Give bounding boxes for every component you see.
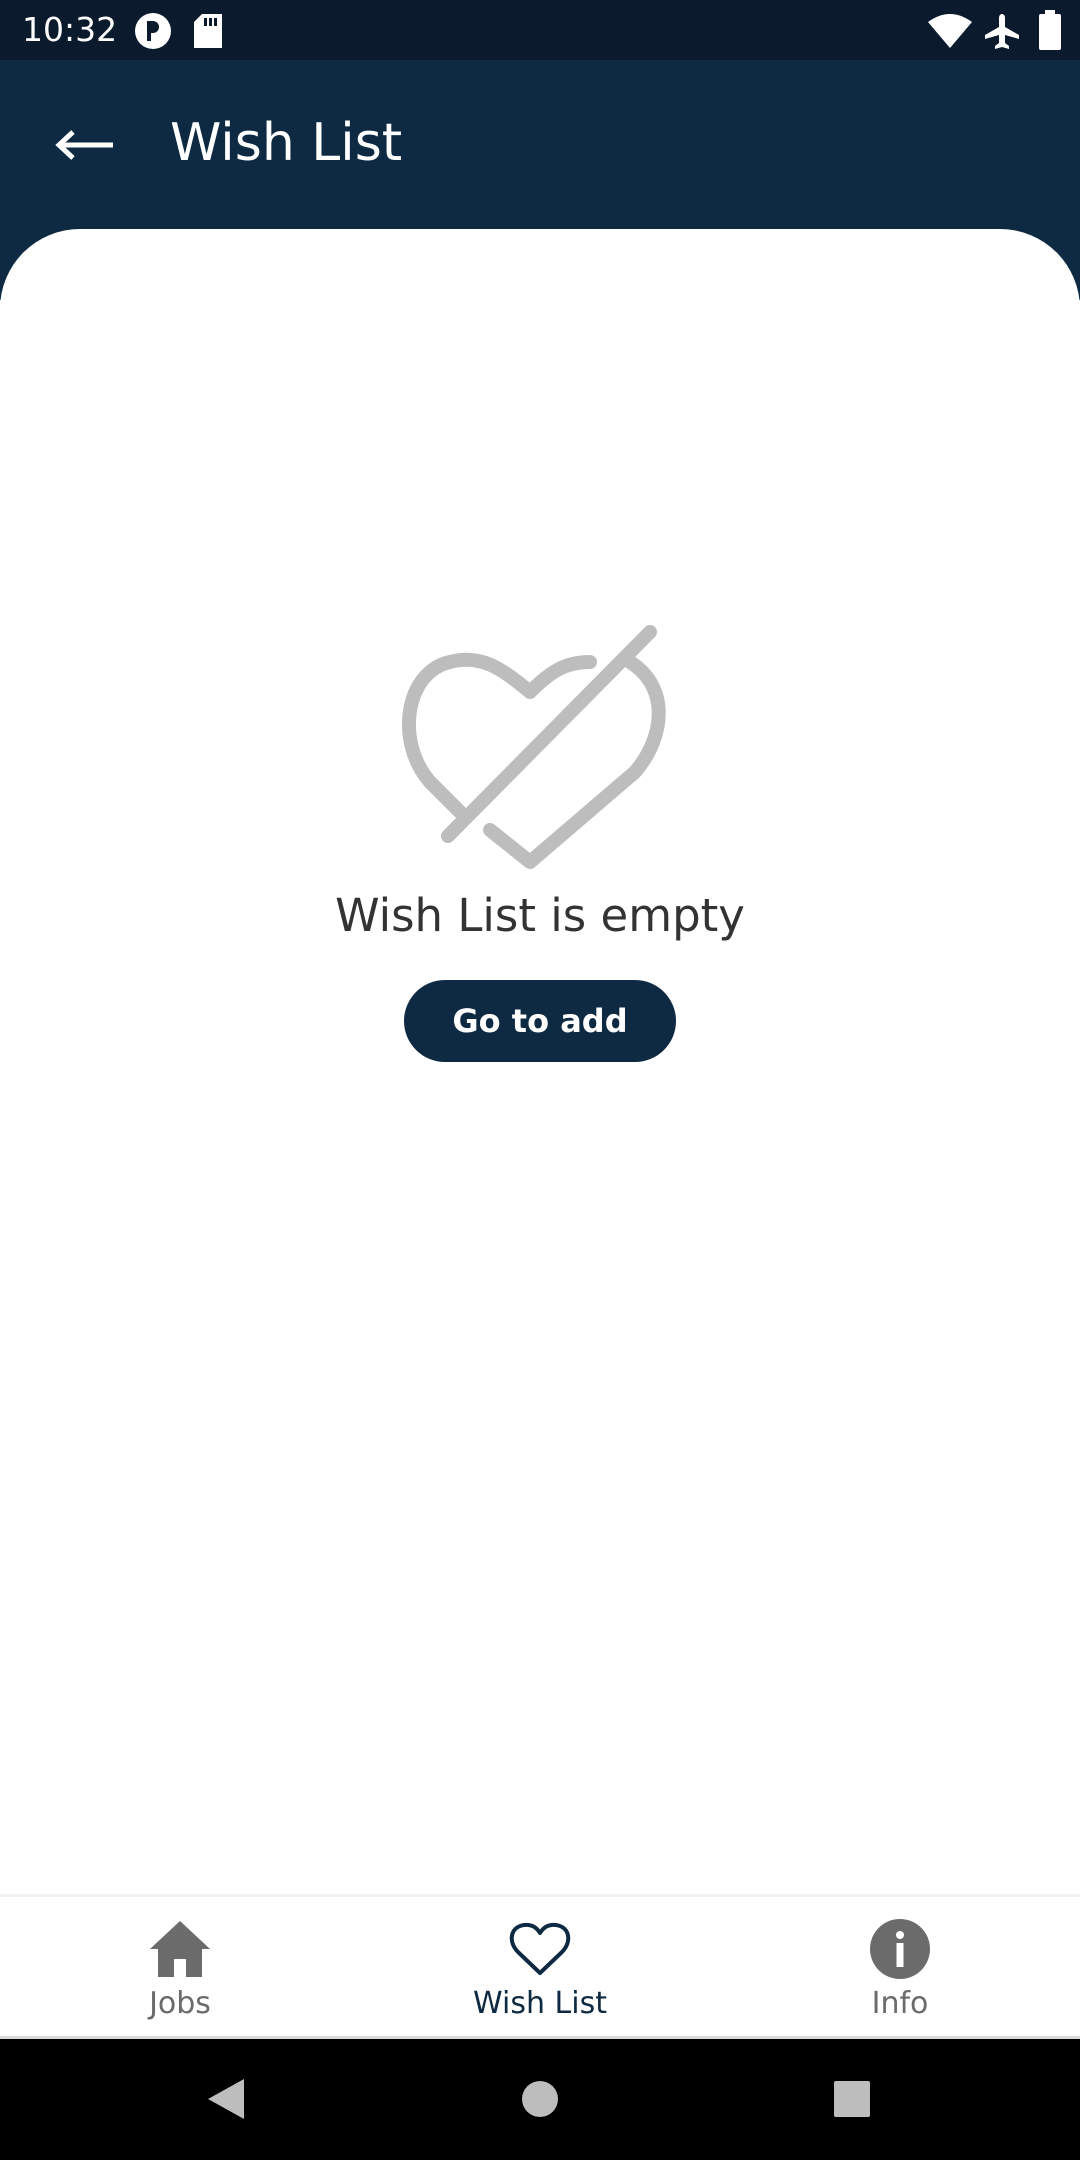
nav-item-jobs[interactable]: Jobs xyxy=(0,1897,360,2036)
system-back-button[interactable] xyxy=(186,2059,266,2139)
battery-icon xyxy=(1039,10,1061,50)
back-button[interactable] xyxy=(40,100,130,190)
nav-label-jobs: Jobs xyxy=(149,1986,211,2021)
empty-message: Wish List is empty xyxy=(335,889,745,942)
nav-item-wish-list[interactable]: Wish List xyxy=(360,1897,720,2036)
page-title: Wish List xyxy=(170,113,403,173)
status-bar: 10:32 xyxy=(0,0,1080,60)
system-nav-bar xyxy=(0,2039,1080,2160)
status-time: 10:32 xyxy=(22,10,118,49)
recents-square-icon xyxy=(834,2081,870,2117)
nav-label-info: Info xyxy=(871,1986,929,2021)
info-icon xyxy=(870,1919,930,1979)
nav-label-wish-list: Wish List xyxy=(473,1986,607,2021)
bottom-nav: Jobs Wish List Info xyxy=(0,1894,1080,2039)
empty-state: Wish List is empty Go to add xyxy=(0,612,1080,1062)
heart-outline-icon xyxy=(509,1922,571,1975)
home-icon xyxy=(150,1921,210,1977)
heart-off-icon xyxy=(402,625,666,869)
arrow-left-icon xyxy=(55,130,113,160)
back-triangle-icon xyxy=(208,2079,244,2119)
home-circle-icon xyxy=(522,2081,558,2117)
system-recents-button[interactable] xyxy=(812,2059,892,2139)
wifi-icon xyxy=(928,14,972,48)
nav-item-info[interactable]: Info xyxy=(720,1897,1080,2036)
p-app-icon xyxy=(135,13,171,49)
airplane-icon xyxy=(985,14,1019,49)
system-home-button[interactable] xyxy=(500,2059,580,2139)
sd-card-icon xyxy=(194,14,222,48)
go-to-add-button[interactable]: Go to add xyxy=(404,980,676,1062)
